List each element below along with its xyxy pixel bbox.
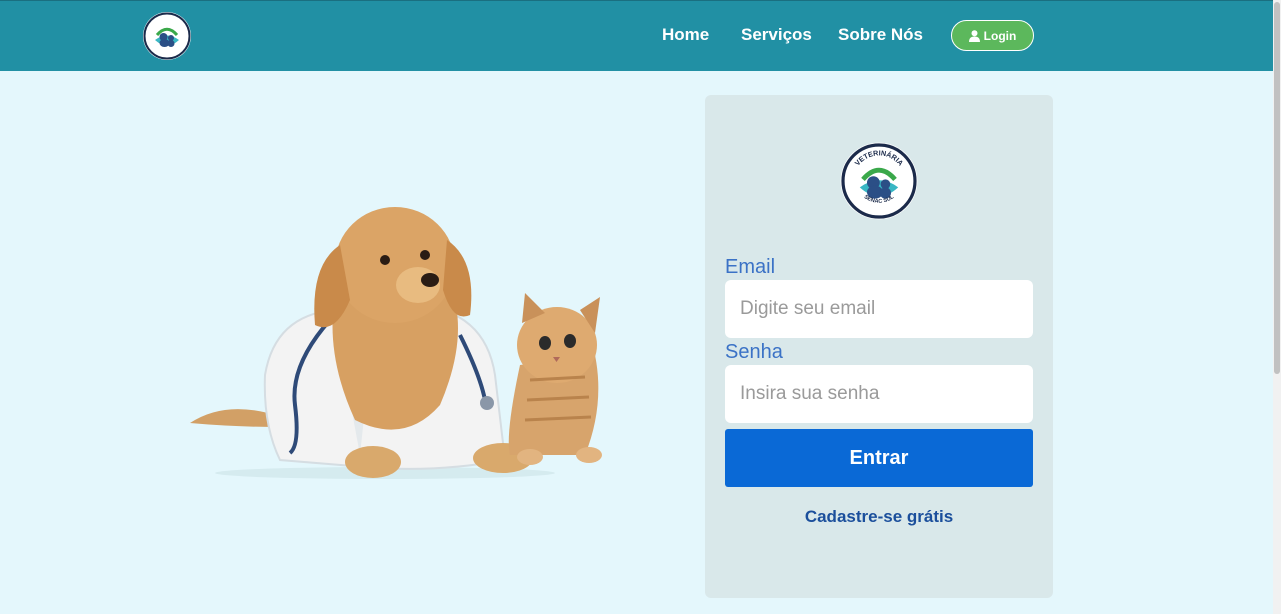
password-field[interactable] <box>725 365 1033 423</box>
user-icon <box>968 29 980 42</box>
email-field[interactable] <box>725 280 1033 338</box>
password-label: Senha <box>725 341 783 363</box>
email-label: Email <box>725 256 776 278</box>
navbar: Home Serviços Sobre Nós Login <box>0 0 1273 71</box>
signup-link[interactable]: Cadastre-se grátis <box>705 507 1053 527</box>
scrollbar-thumb[interactable] <box>1274 2 1280 374</box>
login-card: VETERINÁRIA SENAC SUL Email Senha Entrar… <box>705 95 1053 598</box>
vet-logo-icon[interactable] <box>142 11 192 61</box>
dog-and-cat-illustration <box>190 207 602 479</box>
login-button-label: Login <box>983 28 1017 43</box>
nav-link-servicos[interactable]: Serviços <box>741 25 812 45</box>
nav-link-sobre-nos[interactable]: Sobre Nós <box>838 25 923 45</box>
submit-button[interactable]: Entrar <box>725 429 1033 487</box>
login-button[interactable]: Login <box>951 20 1034 51</box>
scrollbar[interactable] <box>1273 0 1281 614</box>
nav-link-home[interactable]: Home <box>662 25 709 45</box>
vet-logo-icon: VETERINÁRIA SENAC SUL <box>840 142 918 220</box>
